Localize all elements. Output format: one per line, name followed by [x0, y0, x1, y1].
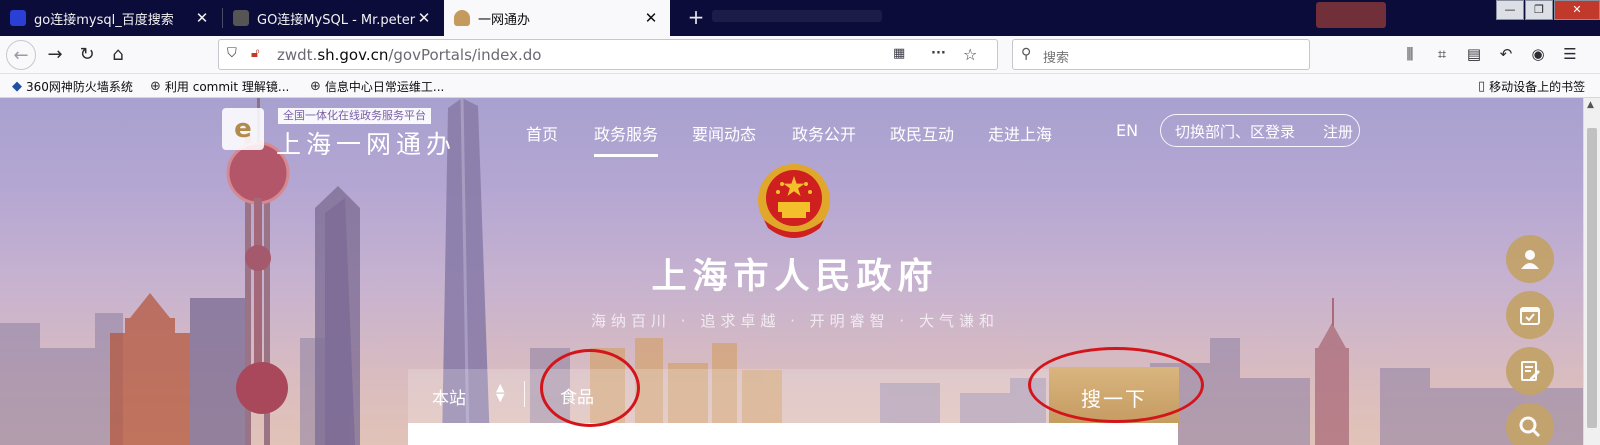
restore-icon[interactable]: ❐ [1525, 0, 1553, 20]
navigation-toolbar: ← → ↻ ⌂ ⛉ 🔓︎ zwdt.sh.gov.cn/govPortals/i… [0, 36, 1600, 74]
side-search-button[interactable] [1506, 403, 1554, 445]
screenshot-crop-icon[interactable]: ⌗ [1432, 45, 1452, 63]
undo-icon[interactable]: ↶ [1496, 45, 1516, 63]
blurred-area [712, 10, 882, 22]
globe-icon: ⊕ [310, 79, 321, 94]
hero-slogan: 海纳百川 · 追求卓越 · 开明睿智 · 大气谦和 [591, 312, 999, 330]
user-center-button[interactable] [1506, 235, 1554, 283]
tab-mrpeter-blog[interactable]: GO连接MySQL - Mr.peter - 博 ✕ [223, 0, 443, 36]
bookmark-item[interactable]: ⊕ 利用 commit 理解镜... [150, 78, 289, 95]
site-logo-icon[interactable]: e [222, 108, 264, 150]
annotation-circle-search-button [1028, 347, 1204, 423]
close-tab-icon[interactable]: ✕ [642, 9, 660, 27]
scrollbar-thumb[interactable] [1587, 128, 1597, 428]
browser-search-field[interactable]: ⚲ 搜索 [1012, 39, 1310, 70]
minimize-icon[interactable]: — [1496, 0, 1524, 20]
tab-bar: go连接mysql_百度搜索 ✕ GO连接MySQL - Mr.peter - … [0, 0, 1600, 36]
menu-item-public-affairs[interactable]: 政务公开 [792, 121, 856, 145]
switch-department-link[interactable]: 切换部门、区登录 [1175, 121, 1295, 142]
url-host-prefix: zwdt. [277, 46, 318, 64]
page-scrollbar[interactable]: ▲ [1583, 98, 1600, 445]
url-path: /govPortals/index.do [388, 46, 542, 64]
firewall-favicon-icon: ◆ [12, 79, 22, 94]
menu-icon[interactable]: ☰ [1560, 45, 1580, 63]
bookmark-label: 移动设备上的书签 [1489, 80, 1586, 94]
page-viewport: e 全国一体化在线政务服务平台 上海一网通办 首页 政务服务 要闻动态 政务公开… [0, 98, 1583, 445]
search-icon [1519, 416, 1541, 438]
edit-note-icon [1521, 361, 1540, 381]
globe-icon: ⊕ [150, 79, 161, 94]
search-placeholder: 搜索 [1043, 51, 1070, 66]
insecure-lock-icon[interactable]: 🔓︎ [251, 46, 259, 61]
tab-title: 一网通办 [478, 12, 531, 28]
blurred-area [1316, 2, 1386, 28]
new-tab-icon[interactable]: + [682, 0, 710, 36]
window-controls: — ❐ ✕ [1495, 0, 1600, 20]
annotation-circle-query [540, 349, 640, 427]
bookmark-label: 360网神防火墙系统 [26, 80, 133, 94]
bookmark-item[interactable]: ◆ 360网神防火墙系统 [12, 78, 133, 95]
login-pill: 切换部门、区登录 注册 [1160, 114, 1360, 147]
national-emblem-icon [758, 164, 830, 238]
tab-title: go连接mysql_百度搜索 [34, 12, 174, 28]
logo-tagline: 全国一体化在线政务服务平台 [278, 108, 431, 124]
bookmarks-toolbar: ◆ 360网神防火墙系统 ⊕ 利用 commit 理解镜... ⊕ 信息中心日常… [0, 74, 1600, 98]
search-divider [524, 381, 525, 407]
close-tab-icon[interactable]: ✕ [193, 9, 211, 27]
home-icon[interactable]: ⌂ [103, 40, 133, 70]
menu-item-about-shanghai[interactable]: 走进上海 [988, 121, 1052, 145]
qr-code-icon[interactable]: ▦ [893, 46, 905, 61]
search-icon: ⚲ [1021, 46, 1032, 62]
logo-name[interactable]: 上海一网通办 [276, 125, 456, 161]
close-window-icon[interactable]: ✕ [1554, 0, 1600, 20]
scroll-up-icon[interactable]: ▲ [1587, 100, 1594, 110]
more-actions-icon[interactable]: ··· [931, 46, 946, 61]
baidu-favicon-icon [10, 10, 26, 26]
back-icon[interactable]: ← [6, 40, 36, 70]
account-icon[interactable]: ◉ [1528, 45, 1548, 63]
bookmark-item[interactable]: ⊕ 信息中心日常运维工... [310, 78, 444, 95]
forward-icon[interactable]: → [40, 40, 70, 70]
star-bookmark-icon[interactable]: ☆ [963, 45, 977, 64]
close-tab-icon[interactable]: ✕ [415, 9, 433, 27]
mobile-bookmarks[interactable]: ▯ 移动设备上的书签 [1478, 78, 1585, 95]
language-switch[interactable]: EN [1116, 121, 1138, 140]
calendar-check-icon [1520, 307, 1540, 325]
feedback-button[interactable] [1506, 347, 1554, 395]
hero-title: 上海市人民政府 [651, 257, 939, 297]
search-scope-select[interactable]: 本站 [432, 384, 466, 409]
address-bar[interactable]: ⛉ 🔓︎ zwdt.sh.gov.cn/govPortals/index.do … [218, 39, 998, 70]
tab-title: GO连接MySQL - Mr.peter - 博 [257, 12, 421, 28]
bookmark-label: 利用 commit 理解镜... [164, 80, 290, 94]
url-host: sh.gov.cn [317, 46, 389, 64]
menu-item-home[interactable]: 首页 [526, 121, 558, 145]
tab-baidu-search[interactable]: go连接mysql_百度搜索 ✕ [0, 0, 221, 36]
user-icon [1521, 250, 1539, 269]
menu-item-interaction[interactable]: 政民互动 [890, 121, 954, 145]
reader-view-icon[interactable]: ▤ [1464, 45, 1484, 63]
tab-yiwangtongban[interactable]: 一网通办 ✕ [444, 0, 670, 36]
site-favicon-icon [454, 10, 470, 26]
url-text[interactable]: zwdt.sh.gov.cn/govPortals/index.do [277, 46, 541, 64]
mobile-device-icon: ▯ [1478, 79, 1486, 94]
blog-favicon-icon [233, 10, 249, 26]
updown-arrow-icon[interactable]: ▲ ▼ [496, 382, 504, 403]
register-link[interactable]: 注册 [1323, 121, 1353, 142]
active-menu-underline [594, 154, 658, 157]
appointment-button[interactable] [1506, 291, 1554, 339]
library-icon[interactable]: ⫼ [1400, 45, 1420, 63]
reload-icon[interactable]: ↻ [72, 40, 102, 70]
shield-icon[interactable]: ⛉ [227, 46, 237, 61]
bookmark-label: 信息中心日常运维工... [324, 80, 445, 94]
menu-item-news[interactable]: 要闻动态 [692, 121, 756, 145]
menu-item-government-services[interactable]: 政务服务 [594, 121, 658, 145]
content-panel [408, 423, 1178, 445]
